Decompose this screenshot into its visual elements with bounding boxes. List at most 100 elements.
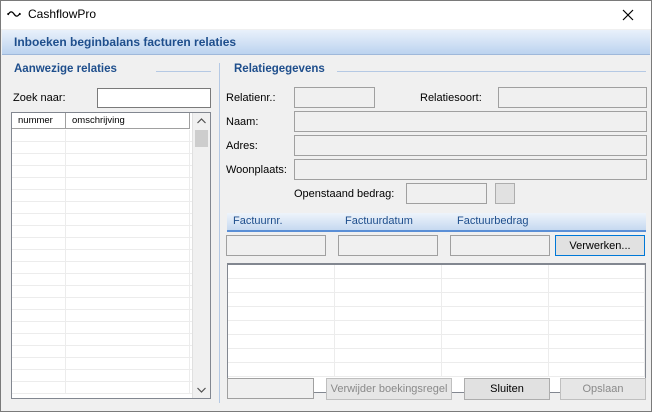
list-item[interactable]	[12, 346, 192, 358]
openstaand-details-button[interactable]	[495, 183, 515, 204]
list-item[interactable]	[12, 358, 192, 370]
table-cell	[442, 279, 549, 292]
relatiesoort-field[interactable]	[498, 87, 647, 108]
list-item[interactable]	[12, 274, 192, 286]
save-button-label: Opslaan	[582, 383, 624, 395]
woonplaats-field[interactable]	[294, 159, 647, 180]
list-cell	[12, 370, 66, 381]
column-header-nummer[interactable]: nummer	[12, 113, 66, 128]
list-cell	[12, 346, 66, 357]
relatienr-field[interactable]	[294, 87, 375, 108]
table-cell	[335, 335, 442, 348]
delete-line-button[interactable]: Verwijder boekingsregel	[326, 378, 452, 400]
list-item[interactable]	[12, 202, 192, 214]
table-cell	[228, 349, 335, 362]
list-cell	[12, 286, 66, 297]
close-icon	[622, 9, 634, 21]
factuurnr-input[interactable]	[226, 235, 326, 256]
list-item[interactable]	[12, 334, 192, 346]
list-item[interactable]	[12, 226, 192, 238]
list-item[interactable]	[12, 166, 192, 178]
scroll-down-button[interactable]	[193, 382, 210, 398]
list-cell	[66, 358, 190, 369]
list-item[interactable]	[12, 322, 192, 334]
table-cell	[549, 321, 645, 334]
app-window: CashflowPro Inboeken beginbalans facture…	[0, 0, 652, 412]
table-cell	[335, 307, 442, 320]
close-window-button[interactable]	[605, 1, 651, 29]
save-button[interactable]: Opslaan	[560, 378, 646, 400]
list-item[interactable]	[12, 214, 192, 226]
list-cell	[12, 250, 66, 261]
relations-list-scrollbar[interactable]	[192, 113, 210, 398]
table-row[interactable]	[228, 349, 645, 363]
list-item[interactable]	[12, 142, 192, 154]
naam-field[interactable]	[294, 111, 647, 132]
table-cell	[442, 307, 549, 320]
table-row[interactable]	[228, 335, 645, 349]
table-cell	[549, 293, 645, 306]
list-cell	[66, 274, 190, 285]
list-cell	[66, 142, 190, 153]
relations-list[interactable]: nummer omschrijving	[11, 112, 211, 399]
window-title: CashflowPro	[28, 7, 97, 21]
scroll-thumb[interactable]	[195, 130, 208, 147]
search-label: Zoek naar:	[13, 92, 66, 104]
factuurdatum-input[interactable]	[338, 235, 438, 256]
list-cell	[12, 214, 66, 225]
table-cell	[549, 335, 645, 348]
list-cell	[66, 346, 190, 357]
table-cell	[335, 321, 442, 334]
openstaand-field[interactable]	[406, 183, 487, 204]
list-cell	[12, 226, 66, 237]
list-cell	[66, 202, 190, 213]
search-input[interactable]	[97, 88, 211, 108]
invoice-lines-grid[interactable]	[227, 263, 646, 393]
table-row[interactable]	[228, 265, 645, 279]
list-item[interactable]	[12, 190, 192, 202]
list-item[interactable]	[12, 262, 192, 274]
relations-list-rows	[12, 130, 192, 394]
table-row[interactable]	[228, 279, 645, 293]
list-cell	[12, 130, 66, 141]
list-cell	[66, 382, 190, 393]
table-cell	[335, 363, 442, 376]
list-cell	[12, 238, 66, 249]
scroll-up-button[interactable]	[193, 113, 210, 129]
table-row[interactable]	[228, 307, 645, 321]
list-item[interactable]	[12, 298, 192, 310]
delete-line-button-label: Verwijder boekingsregel	[330, 383, 448, 395]
app-logo-icon	[7, 11, 21, 17]
factuurbedrag-input[interactable]	[450, 235, 550, 256]
list-item[interactable]	[12, 310, 192, 322]
list-item[interactable]	[12, 154, 192, 166]
list-item[interactable]	[12, 382, 192, 394]
list-cell	[66, 370, 190, 381]
list-item[interactable]	[12, 238, 192, 250]
close-button[interactable]: Sluiten	[464, 378, 550, 400]
table-cell	[549, 349, 645, 362]
table-cell	[335, 265, 442, 278]
table-row[interactable]	[228, 293, 645, 307]
list-item[interactable]	[12, 130, 192, 142]
table-cell	[442, 293, 549, 306]
adres-field[interactable]	[294, 135, 647, 156]
group-divider	[156, 71, 211, 72]
list-cell	[66, 310, 190, 321]
column-header-omschrijving[interactable]: omschrijving	[66, 113, 190, 128]
adres-label: Adres:	[226, 140, 258, 152]
list-item[interactable]	[12, 178, 192, 190]
table-cell	[549, 279, 645, 292]
process-button[interactable]: Verwerken...	[555, 235, 645, 256]
list-item[interactable]	[12, 250, 192, 262]
table-row[interactable]	[228, 363, 645, 377]
list-item[interactable]	[12, 370, 192, 382]
list-item[interactable]	[12, 286, 192, 298]
list-cell	[66, 178, 190, 189]
table-cell	[442, 363, 549, 376]
list-cell	[66, 166, 190, 177]
table-cell	[442, 335, 549, 348]
table-row[interactable]	[228, 321, 645, 335]
list-cell	[66, 298, 190, 309]
table-cell	[228, 363, 335, 376]
